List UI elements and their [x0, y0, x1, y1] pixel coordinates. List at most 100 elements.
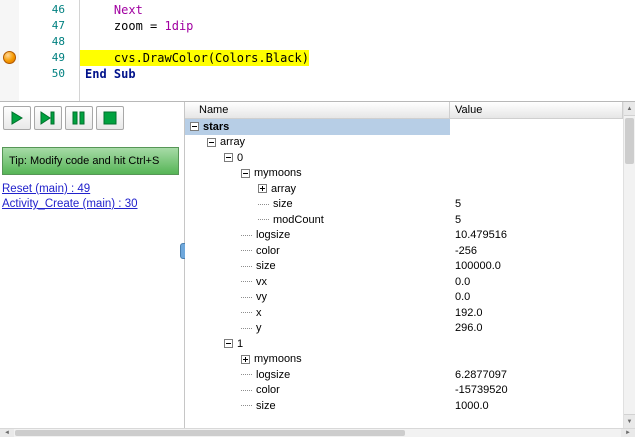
vertical-scrollbar[interactable]: ▲ ▼: [623, 102, 635, 428]
tree-node-label: stars: [203, 120, 230, 133]
vertical-scroll-thumb[interactable]: [625, 118, 634, 164]
tree-node-label: y: [256, 322, 262, 335]
tree-node-label: modCount: [273, 213, 324, 226]
tree-row[interactable]: 1: [185, 336, 623, 352]
breakpoint-margin[interactable]: [0, 66, 19, 82]
tree-row[interactable]: stars: [185, 119, 623, 135]
breakpoint-icon[interactable]: [3, 51, 16, 64]
line-number: 50: [51, 67, 65, 80]
scroll-right-button[interactable]: ►: [621, 429, 635, 437]
tree-rows: stars array 0 mymoons array size 5 modCount 5 log…: [185, 119, 623, 414]
stop-button[interactable]: [96, 106, 124, 130]
code-line: 47 zoom = 1dip: [0, 18, 635, 34]
activity-create-link[interactable]: Activity_Create (main) : 30: [2, 198, 138, 210]
tree-row[interactable]: vx 0.0: [185, 274, 623, 290]
tree-row[interactable]: array: [185, 135, 623, 151]
tree-row[interactable]: modCount 5: [185, 212, 623, 228]
reset-main-link[interactable]: Reset (main) : 49: [2, 183, 138, 195]
tree-row[interactable]: size 100000.0: [185, 259, 623, 275]
code-text[interactable]: End Sub: [80, 66, 136, 82]
tree-node-label: color: [256, 384, 280, 397]
tree-row[interactable]: 0: [185, 150, 623, 166]
tree-node-label: color: [256, 244, 280, 257]
tree-row[interactable]: mymoons: [185, 352, 623, 368]
step-icon: [40, 111, 56, 125]
line-number: 48: [51, 35, 65, 48]
tree-connector: [241, 281, 252, 283]
code-token: cvs.DrawColor(Colors.Black): [113, 51, 309, 65]
tree-node-value: 0.0: [455, 291, 471, 304]
tree-row[interactable]: x 192.0: [185, 305, 623, 321]
tree-connector: [241, 234, 252, 236]
tree-connector: [241, 405, 252, 407]
tree-row[interactable]: color -256: [185, 243, 623, 259]
breakpoint-margin[interactable]: [0, 50, 19, 66]
tree-node-label: 1: [237, 337, 244, 350]
code-text[interactable]: Next: [80, 2, 143, 18]
debugger-window: 46 Next 47 zoom = 1dip 48 49 cvs.DrawColor(…: [0, 0, 635, 437]
tree-row[interactable]: size 5: [185, 197, 623, 213]
stop-icon: [102, 111, 118, 125]
tree-row[interactable]: logsize 10.479516: [185, 228, 623, 244]
tree-row[interactable]: size 1000.0: [185, 398, 623, 414]
variables-tree-panel: Name Value stars array 0 mymoons array size 5 m…: [185, 102, 623, 428]
tree-node-value: 1000.0: [455, 399, 489, 412]
debug-toolbar: [3, 106, 124, 130]
breakpoint-margin[interactable]: [0, 34, 19, 50]
breakpoint-margin[interactable]: [0, 18, 19, 34]
scroll-down-button[interactable]: ▼: [624, 414, 635, 428]
code-token: Next: [113, 3, 143, 17]
tree-row[interactable]: mymoons: [185, 166, 623, 182]
code-token: End Sub: [85, 67, 136, 81]
collapse-icon[interactable]: [224, 339, 233, 349]
tree-node-label: array: [220, 136, 246, 149]
code-text[interactable]: [80, 34, 85, 50]
column-header-name[interactable]: Name: [185, 102, 450, 118]
tree-row[interactable]: array: [185, 181, 623, 197]
scroll-left-button[interactable]: ◄: [0, 429, 14, 437]
collapse-icon[interactable]: [241, 168, 250, 178]
step-button[interactable]: [34, 106, 62, 130]
pause-button[interactable]: [65, 106, 93, 130]
tree-row[interactable]: y 296.0: [185, 321, 623, 337]
expand-icon[interactable]: [258, 184, 267, 194]
collapse-icon[interactable]: [190, 122, 199, 132]
breakpoint-margin[interactable]: [0, 2, 19, 18]
tree-node-label: logsize: [256, 368, 291, 381]
code-text[interactable]: cvs.DrawColor(Colors.Black): [80, 50, 309, 66]
collapse-icon[interactable]: [224, 153, 233, 163]
code-editor[interactable]: 46 Next 47 zoom = 1dip 48 49 cvs.DrawColor(…: [0, 0, 635, 102]
code-line: 50 End Sub: [0, 66, 635, 82]
tree-node-value: 5: [455, 198, 462, 211]
line-number: 46: [51, 3, 65, 16]
tree-node-value: 296.0: [455, 322, 483, 335]
code-line: 46 Next: [0, 2, 635, 18]
scroll-up-button[interactable]: ▲: [624, 102, 635, 116]
horizontal-scroll-thumb[interactable]: [15, 430, 405, 436]
collapse-icon[interactable]: [207, 137, 216, 147]
tree-row[interactable]: vy 0.0: [185, 290, 623, 306]
pause-icon: [71, 111, 87, 125]
horizontal-scrollbar[interactable]: ◄ ►: [0, 428, 635, 437]
code-line: 49 cvs.DrawColor(Colors.Black): [0, 50, 635, 66]
resume-button[interactable]: [3, 106, 31, 130]
tree-row[interactable]: logsize 6.2877097: [185, 367, 623, 383]
call-stack-links: Reset (main) : 49 Activity_Create (main)…: [2, 183, 138, 210]
tree-connector: [241, 374, 252, 376]
tree-node-label: x: [256, 306, 262, 319]
code-token: zoom: [113, 19, 143, 33]
tree-node-label: mymoons: [254, 167, 302, 180]
expand-icon[interactable]: [241, 354, 250, 364]
column-header-value[interactable]: Value: [450, 102, 623, 118]
code-text[interactable]: zoom = 1dip: [80, 18, 194, 34]
tree-connector: [258, 203, 269, 205]
tree-row[interactable]: color -15739520: [185, 383, 623, 399]
